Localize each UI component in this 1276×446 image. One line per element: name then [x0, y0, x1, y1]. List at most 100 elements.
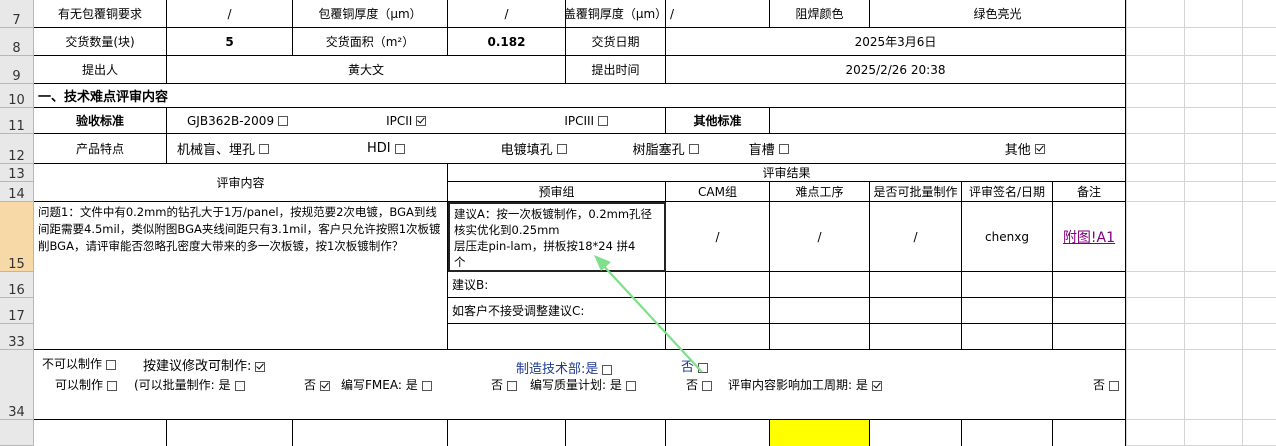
checkbox-fill-plating[interactable] [556, 143, 567, 154]
cell-r16-sign[interactable] [962, 272, 1053, 298]
cell-r17-process[interactable] [770, 298, 870, 324]
cell-suggestion-a[interactable]: 建议A：按一次板镀制作，0.2mm孔径 核实优化到0.25mm 层压走pin-l… [448, 202, 666, 272]
cell-r33-a[interactable] [448, 324, 666, 350]
cell-r17-sign[interactable] [962, 298, 1053, 324]
checkbox-other[interactable] [1034, 143, 1045, 154]
cell-propose-time-label[interactable]: 提出时间 [566, 56, 666, 84]
cell-cam-value[interactable]: / [666, 202, 770, 272]
checkbox-batch-yes[interactable] [234, 380, 245, 391]
cell-cap-thickness-value[interactable]: / [666, 0, 770, 28]
checkbox-ipciii[interactable] [598, 115, 609, 126]
cell-solder-mask-label[interactable]: 阻焊颜色 [770, 0, 870, 28]
checkbox-fmea-yes[interactable] [421, 380, 432, 391]
cell-r16-batch[interactable] [870, 272, 962, 298]
cell-r16-process[interactable] [770, 272, 870, 298]
cell-r33-batch[interactable] [870, 324, 962, 350]
cell-coating-required-value[interactable]: / [167, 0, 293, 28]
cell-r16-cam[interactable] [666, 272, 770, 298]
section-title[interactable]: 一、技术难点评审内容 [34, 84, 1126, 108]
checkbox-modify-make[interactable] [255, 361, 266, 372]
header-batch[interactable]: 是否可批量制作 [870, 182, 962, 202]
row-header[interactable]: 10 [0, 84, 34, 108]
row-header[interactable]: 34 [0, 350, 34, 420]
checkbox-resin-plug[interactable] [688, 143, 699, 154]
checkbox-batch-no[interactable] [320, 380, 331, 391]
cell-r35-j[interactable] [1053, 420, 1126, 446]
checkbox-cycle-yes[interactable] [871, 380, 882, 391]
cell-r33-cam[interactable] [666, 324, 770, 350]
cell-other-standard-label[interactable]: 其他标准 [666, 108, 770, 134]
header-difficult-process[interactable]: 难点工序 [770, 182, 870, 202]
checkbox-mfg-dept-no[interactable] [698, 362, 709, 373]
cell-signature-value[interactable]: chenxg [962, 202, 1053, 272]
cell-other-standard-value[interactable] [770, 108, 1126, 134]
row-header[interactable]: 33 [0, 324, 34, 350]
row-header[interactable]: 8 [0, 28, 34, 56]
cell-r17-batch[interactable] [870, 298, 962, 324]
cell-r33-note[interactable] [1053, 324, 1126, 350]
row-header[interactable]: 9 [0, 56, 34, 84]
header-signature[interactable]: 评审签名/日期 [962, 182, 1053, 202]
cell-r35-i[interactable] [962, 420, 1053, 446]
cell-r33-sign[interactable] [962, 324, 1053, 350]
checkbox-mfg-dept-yes[interactable] [602, 364, 613, 375]
checkbox-quality-no[interactable] [702, 380, 713, 391]
checkbox-ipcii[interactable] [416, 115, 427, 126]
checkbox-fmea-no[interactable] [507, 380, 518, 391]
checkbox-can-make[interactable] [107, 380, 118, 391]
cell-suggestion-c[interactable]: 如客户不接受调整建议C: [448, 298, 666, 324]
row-header[interactable]: 16 [0, 272, 34, 298]
cell-cap-thickness-label[interactable]: 盖覆铜厚度（μm） [566, 0, 666, 28]
cell-coating-thickness-label[interactable]: 包覆铜厚度（μm） [293, 0, 448, 28]
cell-delivery-area-label[interactable]: 交货面积（m²） [293, 28, 448, 56]
header-review-result[interactable]: 评审结果 [448, 164, 1126, 182]
header-note[interactable]: 备注 [1053, 182, 1126, 202]
checkbox-quality-yes[interactable] [625, 380, 636, 391]
checkbox-gjb[interactable] [278, 115, 289, 126]
cell-delivery-date-value[interactable]: 2025年3月6日 [666, 28, 1126, 56]
cell-proposer-value[interactable]: 黄大文 [167, 56, 566, 84]
cell-r35-h[interactable] [870, 420, 962, 446]
cell-r35-c[interactable] [293, 420, 448, 446]
cell-r35-d[interactable] [448, 420, 566, 446]
header-pre-review[interactable]: 预审组 [448, 182, 666, 202]
row-header[interactable]: 17 [0, 298, 34, 324]
row-header[interactable]: 13 [0, 164, 34, 182]
attachment-link[interactable]: 附图!A1 [1063, 227, 1115, 247]
row-header[interactable]: 12 [0, 134, 34, 164]
cell-delivery-qty-label[interactable]: 交货数量(块) [34, 28, 167, 56]
cell-r35-a[interactable] [34, 420, 167, 446]
row-header[interactable]: 15 [0, 202, 34, 272]
cell-question[interactable]: 问题1：文件中有0.2mm的钻孔大于1万/panel，按规范要2次电镀，BGA到… [34, 202, 448, 350]
cell-acceptance-standard-options[interactable]: GJB362B-2009 IPCII IPCIII [167, 108, 666, 134]
cell-r16-note[interactable] [1053, 272, 1126, 298]
checkbox-hdi[interactable] [394, 143, 405, 154]
cell-product-features-options[interactable]: 机械盲、埋孔 HDI 电镀填孔 树脂塞孔 盲槽 其他 [167, 134, 1126, 164]
cell-r17-note[interactable] [1053, 298, 1126, 324]
cell-process-value[interactable]: / [770, 202, 870, 272]
cell-coating-thickness-value[interactable]: / [448, 0, 566, 28]
cell-batch-value[interactable]: / [870, 202, 962, 272]
header-cam[interactable]: CAM组 [666, 182, 770, 202]
cell-note-link[interactable]: 附图!A1 [1053, 202, 1126, 272]
cell-r33-process[interactable] [770, 324, 870, 350]
cell-acceptance-standard-label[interactable]: 验收标准 [34, 108, 167, 134]
row-header[interactable]: 14 [0, 182, 34, 202]
cell-propose-time-value[interactable]: 2025/2/26 20:38 [666, 56, 1126, 84]
checkbox-blind-slot[interactable] [778, 143, 789, 154]
cell-r35-e[interactable] [566, 420, 666, 446]
cell-r35-b[interactable] [167, 420, 293, 446]
cell-delivery-area-value[interactable]: 0.182 [448, 28, 566, 56]
row-header[interactable]: 7 [0, 0, 34, 28]
cell-solder-mask-value[interactable]: 绿色亮光 [870, 0, 1126, 28]
cell-r35-highlighted[interactable] [770, 420, 870, 446]
cell-delivery-date-label[interactable]: 交货日期 [566, 28, 666, 56]
cell-proposer-label[interactable]: 提出人 [34, 56, 167, 84]
cell-delivery-qty-value[interactable]: 5 [167, 28, 293, 56]
header-review-content[interactable]: 评审内容 [34, 164, 448, 202]
row-header[interactable] [0, 420, 34, 446]
cell-coating-required-label[interactable]: 有无包覆铜要求 [34, 0, 167, 28]
checkbox-cannot-make[interactable] [106, 359, 117, 370]
cell-suggestion-b[interactable]: 建议B: [448, 272, 666, 298]
checkbox-blind-buried[interactable] [259, 143, 270, 154]
